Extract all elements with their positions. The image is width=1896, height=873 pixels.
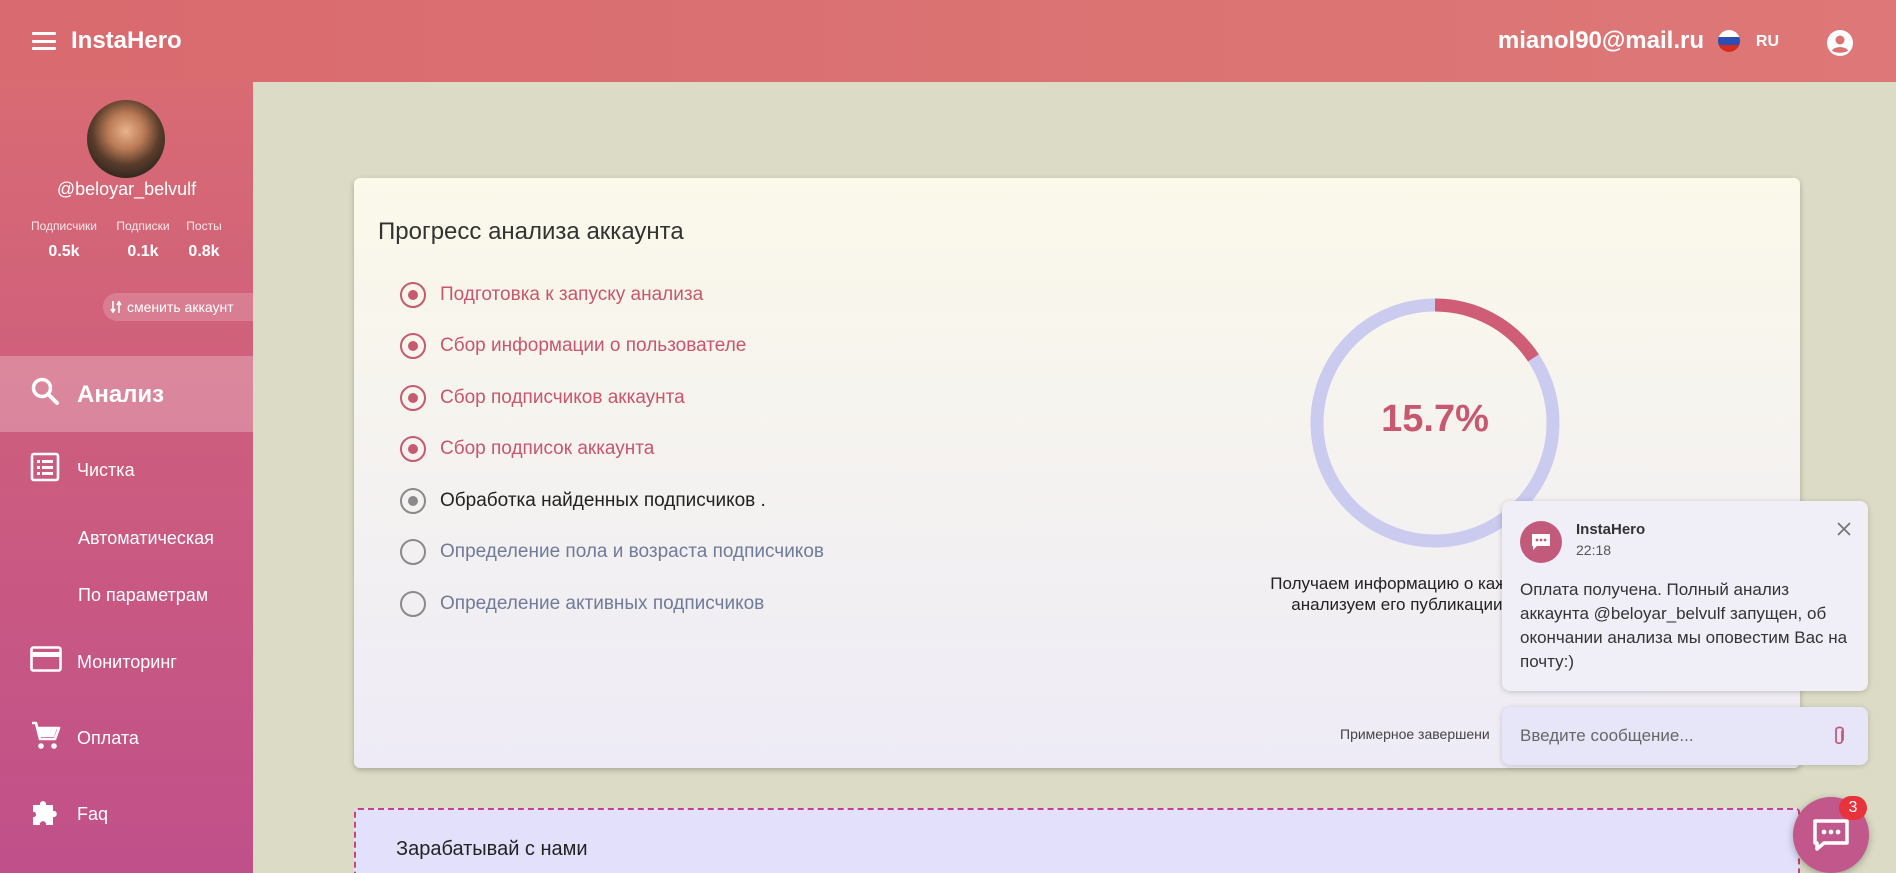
stat-label: Посты [186,219,222,233]
step-item: Обработка найденных подписчиков . [400,486,766,516]
step-label: Определение активных подписчиков [440,593,765,614]
stat-posts: Посты 0.8k [184,219,224,261]
sidebar: @beloyar_belvulf Подписчики 0.5k Подписк… [0,82,253,873]
stat-label: Подписки [116,219,170,233]
brand-name[interactable]: InstaHero [71,27,182,55]
list-icon [30,452,60,482]
switch-account-button[interactable]: сменить аккаунт [103,293,253,321]
step-item: Подготовка к запуску анализа [400,280,703,310]
earn-with-us-card[interactable]: Зарабатывай с нами [354,808,1800,873]
switch-account-label: сменить аккаунт [127,299,234,315]
step-item: Определение пола и возраста подписчиков [400,537,824,567]
step-label: Сбор информации о пользователе [440,335,747,356]
credit-card-icon [30,646,62,672]
nav-payment[interactable]: Оплата [0,708,253,768]
nav-faq[interactable]: Faq [0,784,253,844]
step-done-radio [400,385,426,411]
nav-faq-label: Faq [77,804,109,824]
step-label: Определение пола и возраста подписчиков [440,541,824,562]
top-bar: InstaHero mianol90@mail.ru RU [0,0,1896,82]
chat-notification: InstaHero 22:18 Оплата получена. Полный … [1502,501,1868,691]
nav-analysis-label: Анализ [77,381,165,408]
chat-message: Оплата получена. Полный анализ аккаунта … [1520,580,1848,671]
step-pending-radio [400,539,426,565]
user-account-icon[interactable] [1826,29,1854,57]
nav-cleanup[interactable]: Чистка [0,440,253,500]
search-icon [31,377,59,405]
step-label: Сбор подписчиков аккаунта [440,387,685,408]
step-pending-radio [400,591,426,617]
shopping-cart-icon [32,721,61,749]
card-title: Прогресс анализа аккаунта [378,218,684,245]
russia-flag-icon[interactable] [1718,30,1740,52]
chat-bubble-icon [1813,819,1849,851]
step-item: Сбор информации о пользователе [400,331,746,361]
stat-value: 0.5k [48,243,80,260]
nav-analysis[interactable]: Анализ [0,364,253,424]
step-done-radio [400,282,426,308]
progress-eta: Примерное завершени [1340,726,1490,742]
step-item: Определение активных подписчиков [400,589,764,619]
profile-username: @beloyar_belvulf [56,179,197,199]
nav-cleanup-label: Чистка [77,460,135,480]
earn-title: Зарабатывай с нами [396,838,588,860]
swap-icon [110,300,122,314]
profile-avatar[interactable] [87,100,165,178]
step-label: Сбор подписок аккаунта [440,438,655,459]
step-current-radio [400,488,426,514]
step-item: Сбор подписок аккаунта [400,434,654,464]
chat-input-box [1502,707,1868,765]
nav-monitoring[interactable]: Мониторинг [0,632,253,692]
step-label: Подготовка к запуску анализа [440,284,704,305]
menu-icon[interactable] [32,32,56,52]
step-done-radio [400,333,426,359]
chat-sender-name: InstaHero [1576,521,1646,538]
stat-value: 0.1k [127,243,159,260]
step-item: Сбор подписчиков аккаунта [400,383,685,413]
nav-cleanup-auto[interactable]: Автоматическая [78,528,214,549]
chat-time: 22:18 [1576,542,1612,558]
nav-payment-label: Оплата [77,728,139,748]
unread-badge: 3 [1839,796,1867,820]
nav-monitoring-label: Мониторинг [77,652,177,672]
stat-value: 0.8k [188,243,220,260]
progress-percent: 15.7% [1381,398,1489,440]
chat-message-input[interactable] [1520,724,1820,748]
nav-cleanup-by-params[interactable]: По параметрам [78,585,208,606]
paperclip-icon[interactable] [1832,725,1846,747]
close-icon[interactable] [1834,519,1854,539]
chat-logo-icon [1520,521,1562,563]
account-email[interactable]: mianol90@mail.ru [1498,27,1704,55]
stat-label: Подписчики [30,219,97,233]
language-selector[interactable]: RU [1756,33,1779,51]
stat-following: Подписки 0.1k [113,219,173,261]
step-done-radio [400,436,426,462]
step-label: Обработка найденных подписчиков . [440,490,766,511]
stat-followers: Подписчики 0.5k [28,219,100,261]
puzzle-icon [33,801,57,825]
